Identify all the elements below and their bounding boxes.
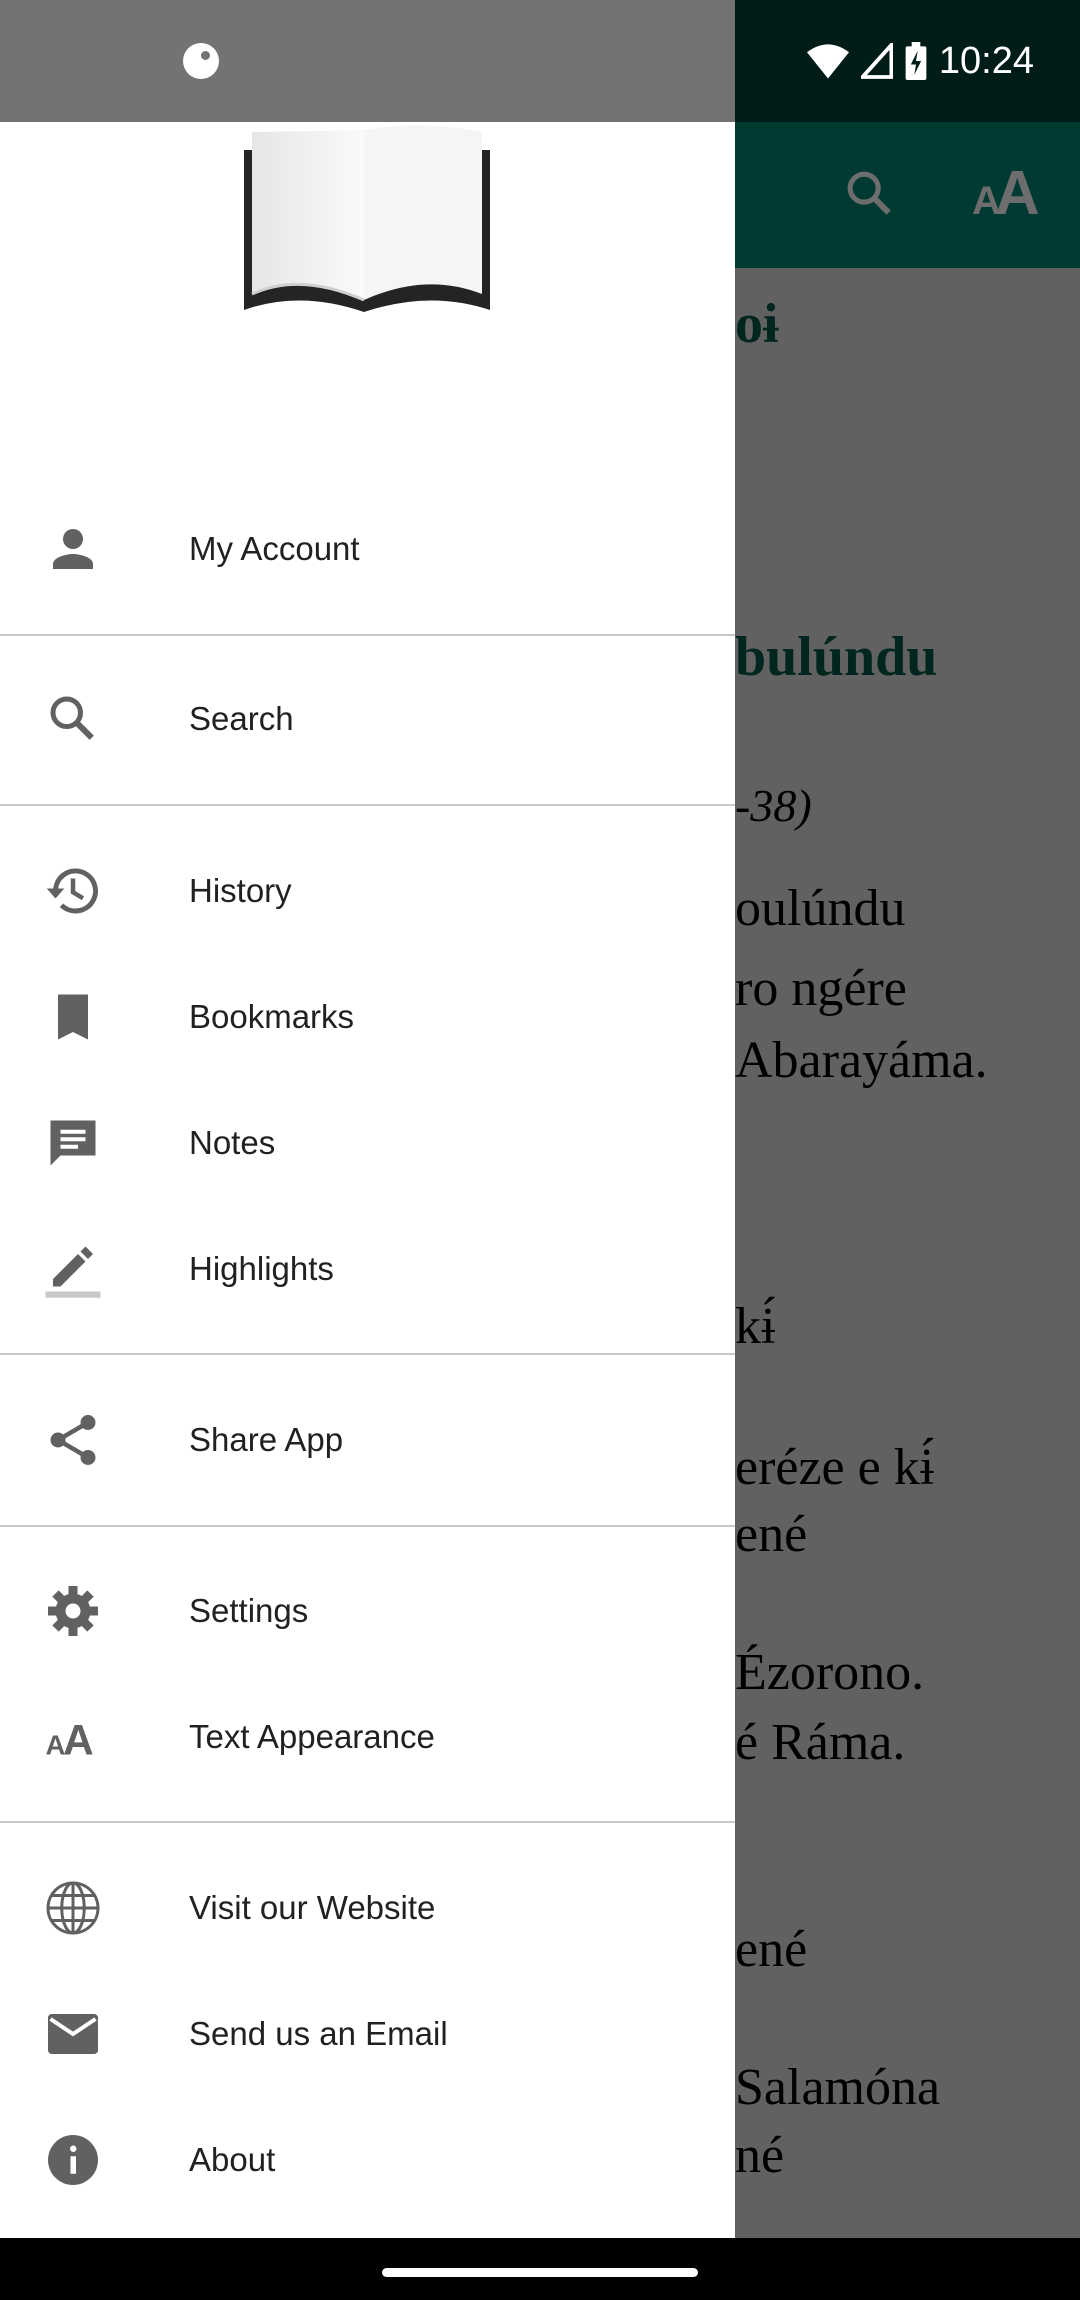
svg-text:A: A — [63, 1718, 94, 1765]
drawer-item-label: My Account — [189, 530, 360, 567]
drawer-item-label: Text Appearance — [189, 1718, 435, 1755]
drawer-item-settings[interactable]: Settings — [0, 1548, 735, 1674]
reader-text-line: ené — [735, 1506, 808, 1563]
history-icon — [46, 868, 98, 914]
text-appearance-icon[interactable]: AA — [972, 158, 1040, 229]
drawer-item-label: About — [189, 2141, 276, 2178]
search-icon — [50, 696, 94, 740]
drawer-item-label: Notes — [189, 1124, 276, 1161]
drawer-item-text-appearance[interactable]: A A Text Appearance — [0, 1674, 735, 1800]
drawer-item-label: Share App — [189, 1421, 344, 1458]
drawer-item-history[interactable]: History — [0, 828, 735, 954]
app-notification-icon — [183, 43, 219, 79]
drawer-item-bookmarks[interactable]: Bookmarks — [0, 954, 735, 1080]
home-gesture-handle[interactable] — [382, 2268, 698, 2277]
drawer-item-label: Settings — [189, 1592, 309, 1629]
share-icon — [50, 1415, 96, 1465]
reader-text-line: Ézorono. — [735, 1644, 925, 1701]
divider — [0, 1353, 735, 1355]
drawer-item-about[interactable]: About — [0, 2097, 735, 2223]
reader-text-line: Abarayáma. — [735, 1032, 988, 1089]
globe-icon — [46, 1881, 100, 1935]
divider — [0, 804, 735, 806]
drawer-item-label: Bookmarks — [189, 998, 355, 1035]
highlight-pen-icon — [45, 1246, 101, 1298]
status-bar: 10:24 — [0, 0, 1080, 122]
reader-text-line: kɨ́ — [735, 1298, 776, 1355]
navigation-drawer: My Account Search History Bookmarks Notes Hig… — [0, 122, 735, 2238]
drawer-item-label: Search — [189, 700, 294, 737]
drawer-item-notes[interactable]: Notes — [0, 1080, 735, 1206]
info-icon — [48, 2135, 98, 2185]
bookmark-icon — [58, 994, 88, 1040]
search-icon[interactable] — [842, 164, 898, 224]
wifi-icon — [806, 44, 849, 79]
reader-text-line: oɨ — [735, 293, 779, 355]
reader-text-line: ro ngére — [735, 960, 907, 1017]
drawer-item-send-us-an-email[interactable]: Send us an Email — [0, 1971, 735, 2097]
drawer-item-label: Send us an Email — [189, 2015, 448, 2052]
reader-text-line: eréze e kɨ́ — [735, 1439, 935, 1496]
reader-text-line: -38) — [735, 780, 812, 831]
gear-icon — [48, 1586, 98, 1636]
battery-charging-icon — [905, 42, 927, 80]
system-navigation-bar — [0, 2238, 1080, 2300]
divider — [0, 1821, 735, 1823]
reader-text-line: Salamóna — [735, 2059, 941, 2116]
drawer-item-share-app[interactable]: Share App — [0, 1377, 735, 1503]
text-appearance-icon: AA — [46, 1718, 94, 1765]
reader-text-line: é Ráma. — [735, 1714, 906, 1771]
app-logo-book — [244, 125, 490, 312]
drawer-item-label: Highlights — [189, 1250, 334, 1287]
drawer-item-highlights[interactable]: Highlights — [0, 1206, 735, 1332]
reader-text-line: ené — [735, 1921, 808, 1978]
drawer-item-visit-our-website[interactable]: Visit our Website — [0, 1845, 735, 1971]
reader-text-line: né — [735, 2127, 785, 2184]
status-bar-drawer-area — [0, 0, 735, 122]
person-icon — [53, 529, 93, 569]
signal-icon — [860, 43, 893, 79]
email-icon — [48, 2014, 98, 2054]
divider — [0, 634, 735, 636]
reader-text-line: bulúndu — [735, 626, 938, 688]
divider — [0, 1525, 735, 1527]
clock: 10:24 — [938, 39, 1034, 82]
drawer-item-label: History — [189, 872, 292, 909]
reader-text-line: oulúndu — [735, 880, 906, 937]
notes-icon — [50, 1120, 96, 1166]
drawer-item-label: Visit our Website — [189, 1889, 436, 1926]
drawer-item-my-account[interactable]: My Account — [0, 486, 735, 612]
drawer-item-search[interactable]: Search — [0, 656, 735, 782]
